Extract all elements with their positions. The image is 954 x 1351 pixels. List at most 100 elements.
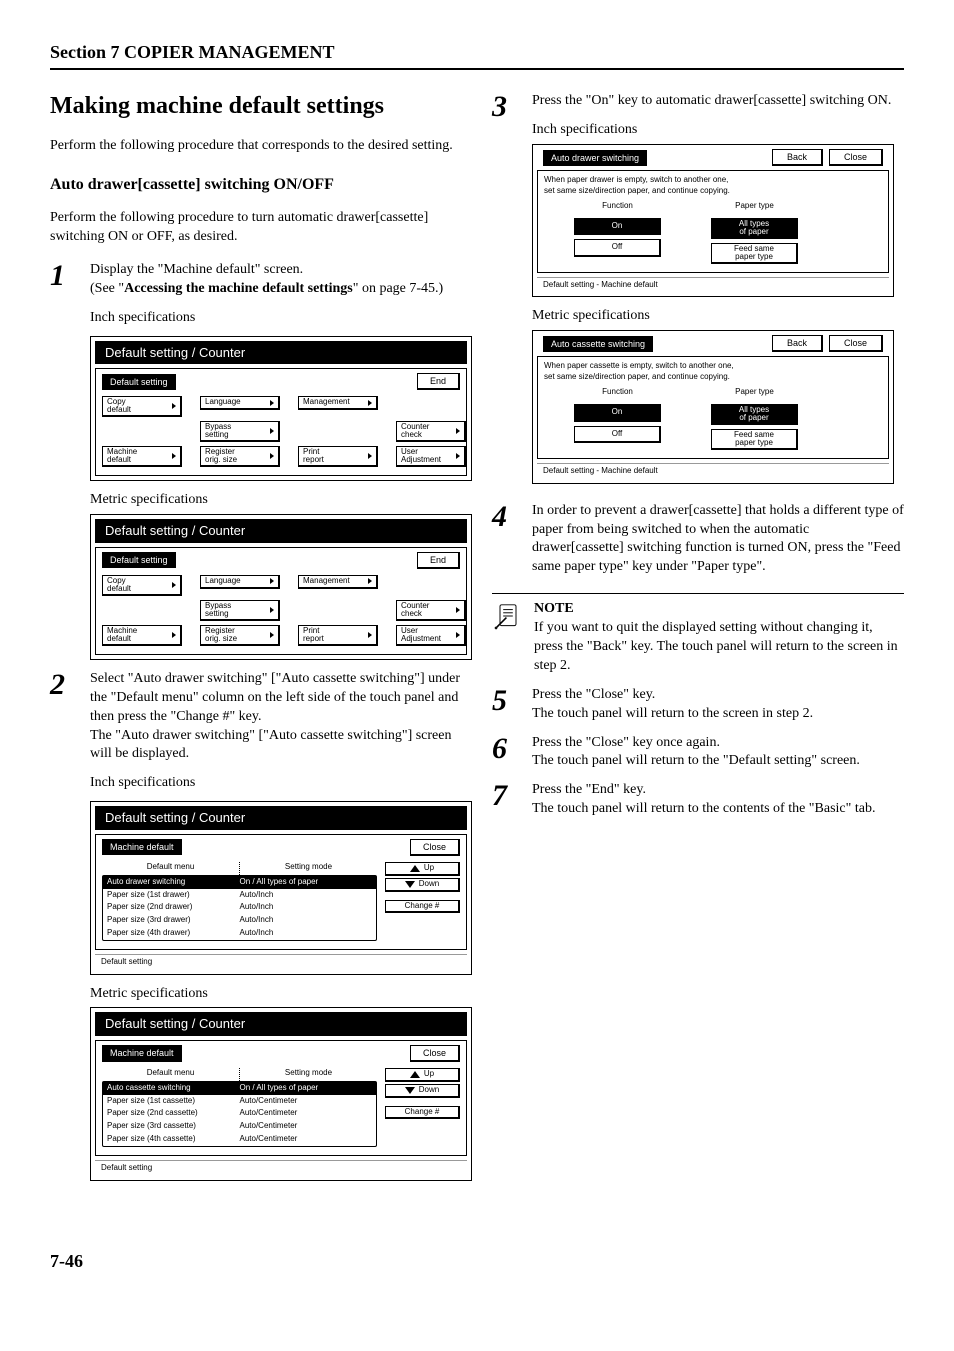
note-block: NOTE If you want to quit the displayed s… bbox=[492, 593, 904, 676]
step4-text: In order to prevent a drawer[cassette] t… bbox=[532, 502, 904, 578]
auto-drawer-switching-label: Auto drawer switching bbox=[543, 150, 647, 166]
ui-default-counter-metric-1: Default setting / Counter Default settin… bbox=[90, 514, 472, 660]
ui-bottom-note: Default setting bbox=[95, 954, 467, 970]
subhead-auto-drawer: Auto drawer[cassette] switching ON/OFF bbox=[50, 174, 462, 196]
register-orig-button[interactable]: Register orig. size bbox=[200, 625, 280, 646]
paper-type-label: Paper type bbox=[711, 387, 798, 398]
step3-text: Press the "On" key to automatic drawer[c… bbox=[532, 92, 904, 111]
page-title: Making machine default settings bbox=[50, 90, 462, 122]
off-button[interactable]: Off bbox=[574, 426, 661, 444]
close-button[interactable]: Close bbox=[829, 149, 883, 166]
ui-bottom-note: Default setting bbox=[95, 1160, 467, 1176]
all-types-button[interactable]: All types of paper bbox=[711, 404, 798, 425]
user-adjust-button[interactable]: User Adjustment bbox=[396, 625, 466, 646]
ui-machine-default-metric: Default setting / Counter Machine defaul… bbox=[90, 1007, 472, 1180]
note-body: If you want to quit the displayed settin… bbox=[534, 619, 904, 676]
setting-mode-header: Setting mode bbox=[240, 862, 377, 875]
list-item[interactable]: Auto cassette switchingOn / All types of… bbox=[103, 1082, 376, 1095]
change-button[interactable]: Change # bbox=[385, 1106, 460, 1120]
list-item[interactable]: Paper size (2nd cassette)Auto/Centimeter bbox=[103, 1107, 376, 1120]
counter-check-button[interactable]: Counter check bbox=[396, 600, 466, 621]
list-item[interactable]: Paper size (1st drawer)Auto/Inch bbox=[103, 889, 376, 902]
close-button[interactable]: Close bbox=[410, 1045, 460, 1062]
step-number-2: 2 bbox=[50, 670, 76, 700]
metric-caption-3: Metric specifications bbox=[532, 307, 904, 326]
copy-default-button[interactable]: Copy default bbox=[102, 396, 182, 417]
print-report-button[interactable]: Print report bbox=[298, 625, 378, 646]
section-header: Section 7 COPIER MANAGEMENT bbox=[50, 40, 904, 64]
register-orig-button[interactable]: Register orig. size bbox=[200, 446, 280, 467]
close-button[interactable]: Close bbox=[829, 335, 883, 352]
end-button[interactable]: End bbox=[417, 373, 460, 390]
up-button[interactable]: Up bbox=[385, 862, 460, 876]
end-button[interactable]: End bbox=[417, 552, 460, 569]
function-label: Function bbox=[574, 201, 661, 212]
down-button[interactable]: Down bbox=[385, 878, 460, 892]
bypass-button[interactable]: Bypass setting bbox=[200, 421, 280, 442]
step1-line1: Display the "Machine default" screen. bbox=[90, 261, 462, 280]
list-item[interactable]: Auto drawer switchingOn / All types of p… bbox=[103, 876, 376, 889]
ds-message: When paper cassette is empty, switch to … bbox=[544, 361, 882, 383]
list-item[interactable]: Paper size (3rd cassette)Auto/Centimeter bbox=[103, 1120, 376, 1133]
inch-caption-2: Inch specifications bbox=[90, 774, 462, 793]
user-adjust-button[interactable]: User Adjustment bbox=[396, 446, 466, 467]
auto-cassette-switching-label: Auto cassette switching bbox=[543, 336, 653, 352]
step5-text: Press the "Close" key. The touch panel w… bbox=[532, 686, 904, 724]
machine-default-list[interactable]: Auto drawer switchingOn / All types of p… bbox=[102, 875, 377, 941]
machine-default-button[interactable]: Machine default bbox=[102, 625, 182, 646]
close-button[interactable]: Close bbox=[410, 839, 460, 856]
default-setting-label: Default setting bbox=[102, 374, 176, 390]
machine-default-list[interactable]: Auto cassette switchingOn / All types of… bbox=[102, 1081, 377, 1147]
counter-check-button[interactable]: Counter check bbox=[396, 421, 466, 442]
ui-auto-drawer-inch: Auto drawer switching Back Close When pa… bbox=[532, 144, 894, 297]
up-button[interactable]: Up bbox=[385, 1068, 460, 1082]
list-item[interactable]: Paper size (1st cassette)Auto/Centimeter bbox=[103, 1095, 376, 1108]
all-types-button[interactable]: All types of paper bbox=[711, 218, 798, 239]
back-button[interactable]: Back bbox=[772, 149, 823, 166]
default-menu-header: Default menu bbox=[102, 862, 239, 875]
feed-same-button[interactable]: Feed same paper type bbox=[711, 429, 798, 450]
language-button[interactable]: Language bbox=[200, 575, 280, 589]
print-report-button[interactable]: Print report bbox=[298, 446, 378, 467]
function-label: Function bbox=[574, 387, 661, 398]
list-item[interactable]: Paper size (2nd drawer)Auto/Inch bbox=[103, 901, 376, 914]
step-number-1: 1 bbox=[50, 261, 76, 291]
down-button[interactable]: Down bbox=[385, 1084, 460, 1098]
back-button[interactable]: Back bbox=[772, 335, 823, 352]
change-button[interactable]: Change # bbox=[385, 900, 460, 914]
step6-text: Press the "Close" key once again. The to… bbox=[532, 734, 904, 772]
list-item[interactable]: Paper size (3rd drawer)Auto/Inch bbox=[103, 914, 376, 927]
inch-caption-3: Inch specifications bbox=[532, 121, 904, 140]
default-menu-header: Default menu bbox=[102, 1068, 239, 1081]
ui-bottom-note: Default setting - Machine default bbox=[537, 463, 889, 479]
metric-caption-1: Metric specifications bbox=[90, 491, 462, 510]
list-item[interactable]: Paper size (4th cassette)Auto/Centimeter bbox=[103, 1133, 376, 1146]
machine-default-button[interactable]: Machine default bbox=[102, 446, 182, 467]
ui-titlebar: Default setting / Counter bbox=[95, 341, 467, 365]
note-title: NOTE bbox=[534, 600, 904, 619]
step2-text: Select "Auto drawer switching" ["Auto ca… bbox=[90, 670, 462, 764]
page-number: 7-46 bbox=[50, 1249, 904, 1273]
metric-caption-2: Metric specifications bbox=[90, 985, 462, 1004]
step-number-4: 4 bbox=[492, 502, 518, 532]
ds-message: When paper drawer is empty, switch to an… bbox=[544, 175, 882, 197]
off-button[interactable]: Off bbox=[574, 239, 661, 257]
ui-titlebar: Default setting / Counter bbox=[95, 519, 467, 543]
bypass-button[interactable]: Bypass setting bbox=[200, 600, 280, 621]
setting-mode-header: Setting mode bbox=[240, 1068, 377, 1081]
ui-default-counter-inch-1: Default setting / Counter Default settin… bbox=[90, 336, 472, 482]
copy-default-button[interactable]: Copy default bbox=[102, 575, 182, 596]
management-button[interactable]: Management bbox=[298, 575, 378, 589]
on-button[interactable]: On bbox=[574, 404, 661, 422]
step-number-6: 6 bbox=[492, 734, 518, 764]
step7-text: Press the "End" key. The touch panel wil… bbox=[532, 781, 904, 819]
ui-bottom-note: Default setting - Machine default bbox=[537, 277, 889, 293]
feed-same-button[interactable]: Feed same paper type bbox=[711, 243, 798, 264]
language-button[interactable]: Language bbox=[200, 396, 280, 410]
paper-type-label: Paper type bbox=[711, 201, 798, 212]
management-button[interactable]: Management bbox=[298, 396, 378, 410]
list-item[interactable]: Paper size (4th drawer)Auto/Inch bbox=[103, 927, 376, 940]
step-number-3: 3 bbox=[492, 92, 518, 122]
auto-paragraph: Perform the following procedure to turn … bbox=[50, 209, 462, 247]
on-button[interactable]: On bbox=[574, 218, 661, 236]
